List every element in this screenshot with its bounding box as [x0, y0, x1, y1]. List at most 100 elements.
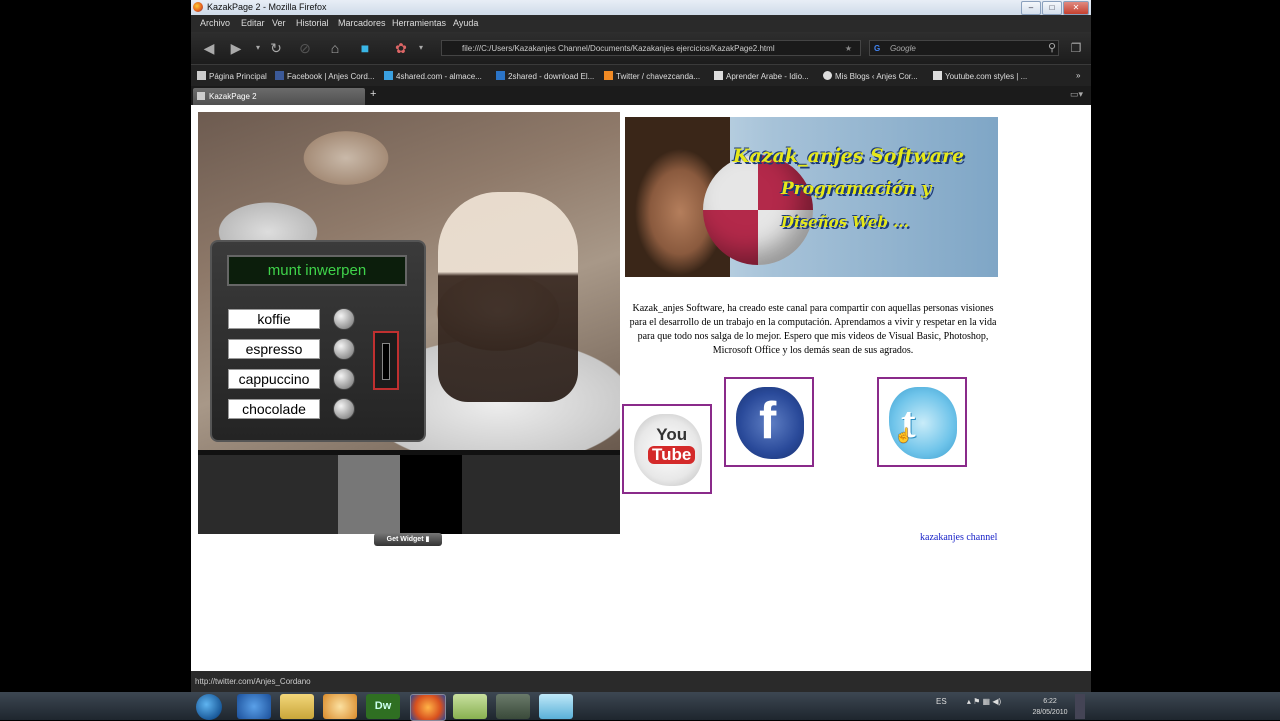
language-indicator[interactable]: ES — [936, 697, 947, 706]
maximize-button[interactable]: □ — [1042, 1, 1062, 15]
menu-ver[interactable]: Ver — [272, 18, 286, 28]
menu-archivo[interactable]: Archivo — [200, 18, 230, 28]
navigation-toolbar: ◀ ▶ ▾ ↻ ⊘ ⌂ ■ ✿ ▾ file:///C:/Users/Kazak… — [191, 32, 1091, 64]
bookmark-item[interactable]: Mis Blogs ‹ Anjes Cor... — [823, 71, 918, 81]
coin-display: munt inwerpen — [227, 255, 407, 286]
minimize-button[interactable]: – — [1021, 1, 1041, 15]
menu-editar[interactable]: Editar — [241, 18, 265, 28]
addon-dropdown-icon[interactable]: ▾ — [411, 39, 431, 57]
folder-icon[interactable] — [280, 694, 314, 719]
url-text: file:///C:/Users/Kazakanjes Channel/Docu… — [462, 44, 775, 53]
twitter-link[interactable]: t ☝ — [877, 377, 967, 467]
drink-chocolade-label[interactable]: chocolade — [228, 399, 320, 419]
coffee-cup-image — [438, 192, 578, 402]
rss-icon — [604, 71, 613, 80]
stop-icon[interactable]: ⊘ — [295, 39, 315, 57]
dispenser-strip — [198, 450, 620, 534]
browser-window: KazakPage 2 - Mozilla Firefox – □ ✕ Arch… — [191, 0, 1091, 692]
search-bar[interactable]: G Google — [869, 40, 1059, 56]
tray-icons[interactable]: ▴ ⚑ ▦ ◀) — [967, 697, 1001, 706]
facebook-link[interactable]: f — [724, 377, 814, 467]
bookmark-item[interactable]: Página Principal — [197, 71, 267, 81]
close-button[interactable]: ✕ — [1063, 1, 1089, 15]
drink-koffie-label[interactable]: koffie — [228, 309, 320, 329]
media-player-icon[interactable] — [323, 694, 357, 719]
clock[interactable]: 6:22 28/05/2010 — [1030, 696, 1070, 718]
home-icon[interactable]: ⌂ — [325, 39, 345, 57]
new-tab-button[interactable]: + — [370, 88, 376, 100]
internet-explorer-icon[interactable] — [237, 694, 271, 719]
get-widget-button[interactable]: Get Widget ▮ — [374, 533, 442, 546]
status-bar: http://twitter.com/Anjes_Cordano — [191, 671, 1091, 692]
bookmarks-overflow-icon[interactable]: » — [1076, 71, 1080, 80]
star-icon[interactable]: ★ — [845, 41, 852, 57]
dispenser-slot-black — [400, 455, 462, 534]
firefox-taskbar-icon[interactable] — [410, 694, 446, 721]
channel-link[interactable]: kazakanjes channel — [920, 532, 997, 543]
bookmark-item[interactable]: Aprender Arabe - Idio... — [714, 71, 809, 81]
status-url: http://twitter.com/Anjes_Cordano — [195, 677, 311, 686]
tab-kazakpage2[interactable]: KazakPage 2 — [193, 88, 365, 105]
drink-espresso-label[interactable]: espresso — [228, 339, 320, 359]
bookmark-item[interactable]: Facebook | Anjes Cord... — [275, 71, 374, 81]
dreamweaver-icon[interactable]: Dw — [366, 694, 400, 719]
windows-taskbar — [0, 692, 1280, 720]
checkered-ball-image — [703, 155, 813, 265]
page-icon — [933, 71, 942, 80]
back-arrow-icon[interactable]: ◀ — [199, 39, 219, 57]
kazak-anjes-banner: Kazak_anjes Software Programación y Dise… — [625, 117, 998, 277]
menu-historial[interactable]: Historial — [296, 18, 329, 28]
page-icon — [197, 71, 206, 80]
facebook-icon: f — [759, 392, 777, 450]
chocolade-button[interactable] — [333, 398, 355, 420]
youtube-link[interactable]: You Tube — [622, 404, 712, 494]
notes-icon[interactable] — [453, 694, 487, 719]
wordpress-icon — [823, 71, 832, 80]
bookmark-item[interactable]: Twitter / chavezcanda... — [604, 71, 700, 81]
cappuccino-button[interactable] — [333, 368, 355, 390]
google-icon: G — [874, 44, 881, 53]
show-desktop-button[interactable] — [1075, 694, 1085, 719]
history-dropdown-icon[interactable]: ▾ — [248, 39, 268, 57]
bookmark-item[interactable]: Youtube.com styles | ... — [933, 71, 1027, 81]
coin-slot[interactable] — [373, 331, 399, 390]
bookmarks-toolbar: Página Principal Facebook | Anjes Cord..… — [191, 64, 1091, 87]
twitter-crack-bg — [889, 387, 957, 459]
bookmark-item[interactable]: 4shared.com - almace... — [384, 71, 482, 81]
menu-ayuda[interactable]: Ayuda — [453, 18, 478, 28]
recorder-icon[interactable] — [496, 694, 530, 719]
title-bar: KazakPage 2 - Mozilla Firefox – □ ✕ — [191, 0, 1091, 15]
start-button[interactable] — [196, 694, 222, 720]
channel-description: Kazak_anjes Software, ha creado este can… — [629, 303, 997, 356]
addon-icon[interactable]: ✿ — [391, 39, 411, 57]
window-title: KazakPage 2 - Mozilla Firefox — [207, 2, 327, 12]
4shared-icon — [384, 71, 393, 80]
reload-icon[interactable]: ↻ — [266, 39, 286, 57]
page-icon — [197, 92, 205, 100]
hand-cursor-icon: ☝ — [895, 427, 913, 443]
2shared-icon — [496, 71, 505, 80]
page-content: munt inwerpen koffie espresso cappuccino… — [191, 105, 1091, 671]
koffie-button[interactable] — [333, 308, 355, 330]
window-switch-icon[interactable]: ❐ — [1066, 39, 1086, 57]
tab-list-icon[interactable]: ▭▾ — [1070, 89, 1083, 100]
espresso-button[interactable] — [333, 338, 355, 360]
tab-strip: KazakPage 2 + ▭▾ — [191, 86, 1091, 105]
coin-slot-opening — [382, 343, 390, 380]
banner-subtitle: Programación y — [781, 179, 932, 199]
banner-title: Kazak_anjes Software — [733, 145, 965, 167]
vending-panel: munt inwerpen koffie espresso cappuccino… — [210, 240, 426, 442]
search-placeholder: Google — [890, 44, 916, 53]
app-icon[interactable] — [539, 694, 573, 719]
url-bar[interactable]: file:///C:/Users/Kazakanjes Channel/Docu… — [441, 40, 861, 56]
menu-herramientas[interactable]: Herramientas — [392, 18, 446, 28]
search-icon[interactable]: ⚲ — [1042, 39, 1062, 57]
page-icon — [714, 71, 723, 80]
clock-date: 28/05/2010 — [1032, 709, 1068, 716]
bookmark-item[interactable]: 2shared - download El... — [496, 71, 594, 81]
clock-time: 6:22 — [1043, 698, 1057, 705]
forward-arrow-icon[interactable]: ▶ — [226, 39, 246, 57]
menu-marcadores[interactable]: Marcadores — [338, 18, 386, 28]
drink-cappuccino-label[interactable]: cappuccino — [228, 369, 320, 389]
bookmark-folder-icon[interactable]: ■ — [355, 39, 375, 57]
